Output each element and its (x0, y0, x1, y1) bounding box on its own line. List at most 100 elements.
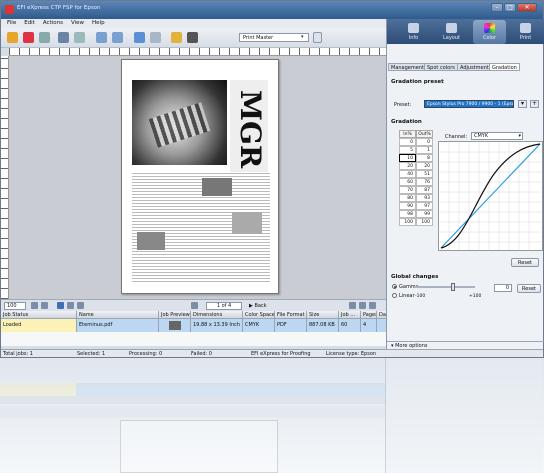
out-cell[interactable]: 0 (416, 138, 433, 146)
preset-select[interactable]: Epson Stylus Pro 7900 / 9900 - 1 (Epson) (424, 100, 514, 108)
delete-icon[interactable] (23, 32, 34, 43)
out-cell[interactable]: 87 (416, 186, 433, 194)
in-cell[interactable]: 98 (399, 210, 416, 218)
print-icon[interactable] (58, 32, 69, 43)
in-cell[interactable]: 100 (399, 218, 416, 226)
view-single-icon[interactable] (349, 302, 356, 309)
zoom-out-icon[interactable] (41, 302, 48, 309)
main-window: EFI eXpress CTP FSP for Epson – □ ✕ File… (0, 0, 544, 358)
out-cell[interactable]: 8 (416, 154, 433, 162)
layout-tool[interactable]: Layout (435, 20, 468, 44)
preview-canvas[interactable]: MGR (9, 56, 386, 299)
gradation-curve-graph[interactable] (438, 141, 543, 251)
tab-management[interactable]: Management (388, 63, 427, 71)
first-page-icon[interactable] (191, 302, 198, 309)
pen-icon[interactable] (187, 32, 198, 43)
print-label: Print (519, 35, 532, 41)
measure-icon[interactable] (77, 302, 84, 309)
tab-adjustment[interactable]: Adjustment (457, 63, 492, 71)
info-tool[interactable]: Info (397, 20, 430, 44)
hand-icon[interactable] (67, 302, 74, 309)
slider-handle[interactable] (451, 283, 455, 291)
close-button[interactable]: ✕ (517, 3, 537, 12)
out-cell[interactable]: 20 (416, 162, 433, 170)
pointer-icon[interactable] (57, 302, 64, 309)
add-preset-button[interactable]: + (530, 100, 539, 108)
chevron-down-icon: ▾ (301, 34, 304, 40)
view-double-icon[interactable] (359, 302, 366, 309)
out-cell[interactable]: 100 (416, 218, 433, 226)
out-cell[interactable]: 76 (416, 178, 433, 186)
col-job[interactable]: Job ... (339, 311, 361, 318)
scan-icon[interactable] (74, 32, 85, 43)
out-cell[interactable]: 93 (416, 194, 433, 202)
app-icon (5, 5, 14, 14)
minimize-button[interactable]: – (491, 3, 503, 12)
refresh-icon[interactable] (134, 32, 145, 43)
col-format[interactable]: File Format (275, 311, 307, 318)
in-cell[interactable]: 10 (399, 154, 416, 162)
gamma-slider[interactable] (415, 283, 475, 291)
col-pages[interactable]: Pages (361, 311, 377, 318)
col-status[interactable]: Job Status (1, 311, 77, 318)
print-tool[interactable]: Print (509, 20, 542, 44)
printer-select[interactable]: Print Master ▾ (239, 33, 309, 42)
in-cell[interactable]: 0 (399, 138, 416, 146)
zoom-in-icon[interactable] (31, 302, 38, 309)
rotate-left-icon[interactable] (96, 32, 107, 43)
maximize-button[interactable]: □ (504, 3, 516, 12)
in-cell[interactable]: 40 (399, 170, 416, 178)
job-size: 887.08 KB (307, 319, 339, 332)
col-preview[interactable]: Job Preview (159, 311, 191, 318)
in-cell[interactable]: 5 (399, 146, 416, 154)
in-cell[interactable]: 90 (399, 202, 416, 210)
out-cell[interactable]: 51 (416, 170, 433, 178)
page-indicator[interactable]: 1 of 4 (206, 302, 242, 310)
more-options-toggle[interactable]: ▾ More options (387, 341, 544, 349)
zoom-input[interactable]: 100 (4, 302, 26, 310)
copy-icon[interactable] (39, 32, 50, 43)
gradation-reset-button[interactable]: Reset (511, 258, 539, 267)
folder-icon[interactable] (171, 32, 182, 43)
menu-file[interactable]: File (7, 19, 16, 28)
menu-view[interactable]: View (71, 19, 84, 28)
rotate-right-icon[interactable] (112, 32, 123, 43)
out-cell[interactable]: 99 (416, 210, 433, 218)
color-tool[interactable]: Color (473, 20, 506, 44)
preset-options-button[interactable]: ▾ (518, 100, 527, 108)
open-icon[interactable] (7, 32, 18, 43)
gamma-value-input[interactable]: 0 (494, 284, 512, 292)
in-cell[interactable]: 20 (399, 162, 416, 170)
menu-help[interactable]: Help (92, 19, 105, 28)
job-status: Loaded (1, 319, 77, 332)
back-link[interactable]: ▶ Back (249, 302, 267, 310)
col-colorspace[interactable]: Color Space (243, 311, 275, 318)
menu-edit[interactable]: Edit (24, 19, 35, 28)
job-format: PDF (275, 319, 307, 332)
menu-actions[interactable]: Actions (43, 19, 63, 28)
linear-radio[interactable] (392, 293, 397, 298)
out-cell[interactable]: 97 (416, 202, 433, 210)
tab-gradation[interactable]: Gradation (489, 63, 520, 71)
view-grid-icon[interactable] (369, 302, 376, 309)
in-cell[interactable]: 80 (399, 194, 416, 202)
gamma-radio[interactable] (392, 284, 397, 289)
tab-spot-colors[interactable]: Spot colors (424, 63, 458, 71)
col-dimensions[interactable]: Dimensions (191, 311, 243, 318)
in-cell[interactable]: 60 (399, 178, 416, 186)
printer-options-button[interactable] (313, 32, 322, 43)
chevron-down-icon: ▾ (518, 133, 521, 139)
total-jobs: Total jobs: 1 (3, 351, 33, 357)
global-reset-button[interactable]: Reset (517, 284, 541, 293)
col-name[interactable]: Name (77, 311, 159, 318)
in-cell[interactable]: 70 (399, 186, 416, 194)
gradation-table: In% Out% 00 51 10 8 20 20 40 51 60 76 70 87 8… (399, 130, 433, 226)
col-size[interactable]: Size (307, 311, 339, 318)
slider-min-label: -100 (415, 294, 426, 299)
reflected-right-panel (385, 358, 542, 473)
out-cell[interactable]: 1 (416, 146, 433, 154)
reflected-status-row (0, 406, 385, 418)
layout-icon[interactable] (150, 32, 161, 43)
channel-select[interactable]: CMYK ▾ (471, 132, 523, 140)
masthead-text: MGR (234, 90, 267, 169)
